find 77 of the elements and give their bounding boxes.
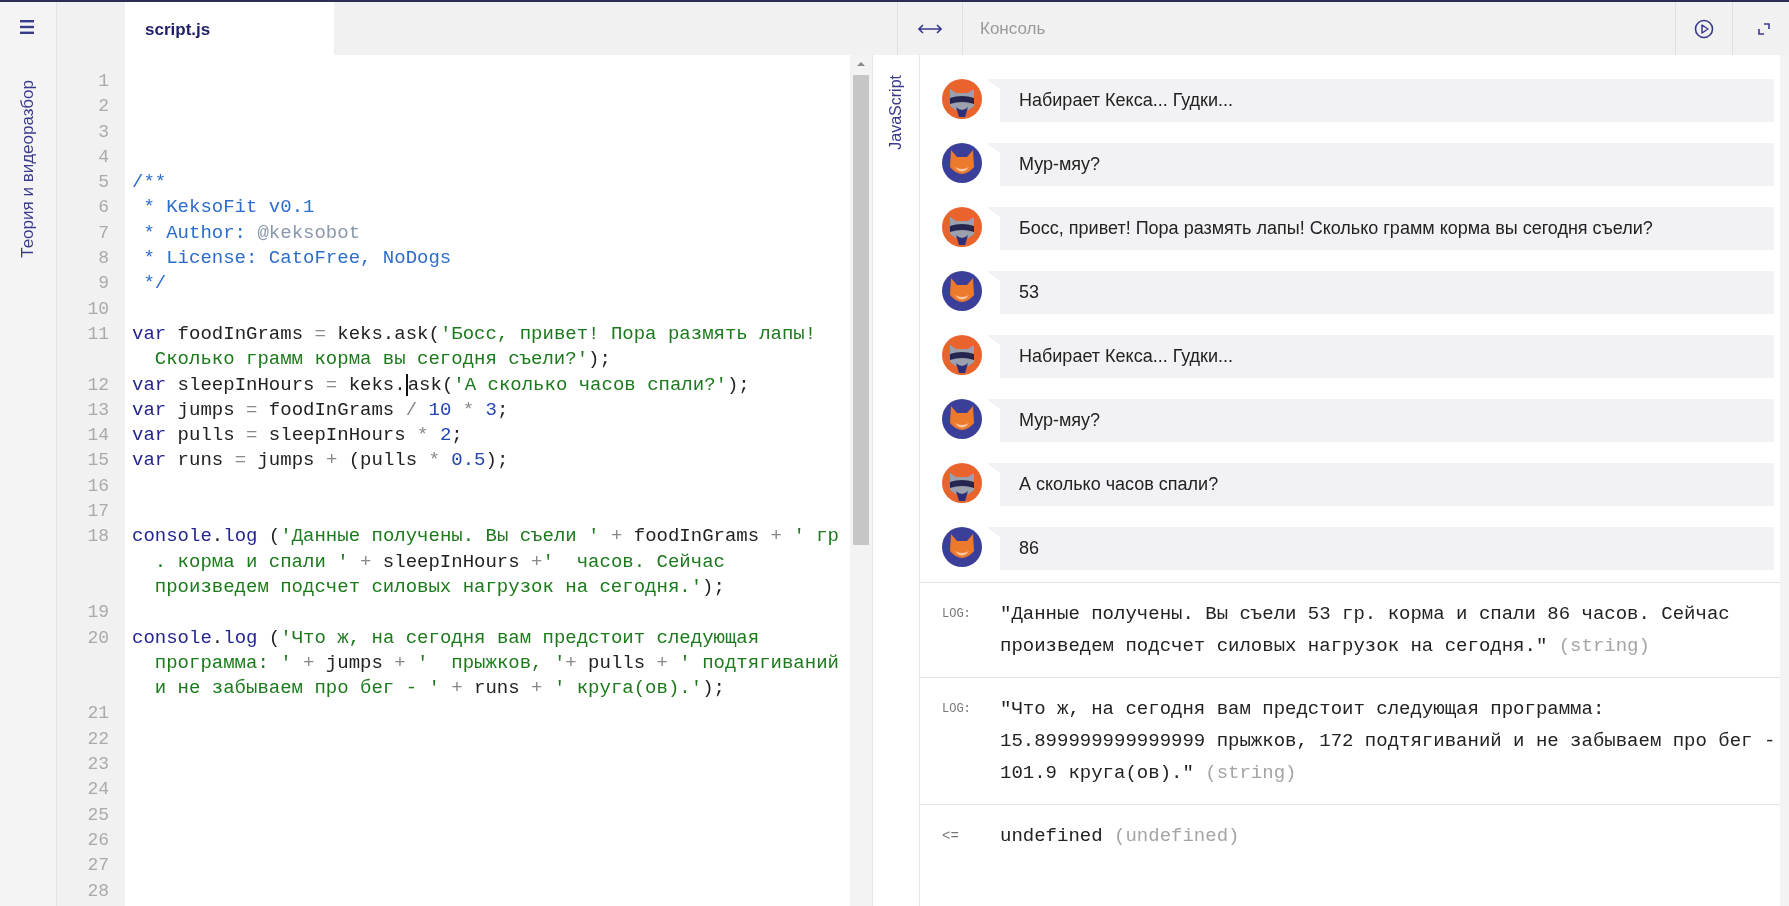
chat-message: А сколько часов спали? (986, 463, 1774, 506)
code-line: . корма и спали ' + sleepInHours +' часов. Сейчас (153, 549, 725, 575)
line-number: 9 (97, 272, 110, 296)
chat-message: Мур-мяу? (986, 143, 1774, 186)
cat-icon (942, 143, 982, 183)
line-number: 13 (86, 398, 110, 422)
line-number: 3 (97, 120, 110, 144)
cat-icon (942, 271, 982, 311)
file-tab[interactable]: script.js (125, 2, 334, 55)
code-line: console.log ('Что ж, на сегодня вам предстоит следующая (132, 625, 760, 651)
code-line: console.log ('Данные получены. Вы съели ' + foodInGrams + ' гр (132, 524, 839, 550)
code-line: * License: CatoFree, NoDogs (142, 246, 452, 272)
chat-message: Мур-мяу? (986, 399, 1774, 442)
chat-message: 53 (986, 271, 1774, 314)
line-number: 2 (97, 95, 110, 119)
code-line: var runs = jumps + (pulls * 0.5); (132, 448, 509, 474)
log-label: <= (941, 827, 960, 846)
line-number: 15 (86, 449, 110, 473)
play-icon (1694, 18, 1714, 39)
scrollbar-thumb[interactable] (853, 75, 869, 545)
raccoon-icon (942, 463, 982, 503)
raccoon-icon (942, 335, 982, 375)
raccoon-icon (942, 207, 982, 247)
line-number: 16 (86, 474, 110, 498)
line-number: 25 (86, 803, 110, 827)
line-number: 28 (86, 879, 110, 903)
double-arrow-icon (918, 23, 942, 34)
line-number: 8 (97, 247, 110, 271)
log-label: LOG: (941, 606, 972, 623)
code-line: * KeksoFit v0.1 (142, 195, 315, 221)
code-line: var sleepInHours = keks.ask('А сколько часов спали?'); (132, 372, 750, 398)
code-line: * Author: @keksobot (142, 220, 361, 246)
code-line: /** (132, 170, 167, 196)
log-output: undefined (undefined) (1000, 824, 1241, 849)
raccoon-icon (942, 79, 982, 119)
line-number: 20 (86, 626, 110, 650)
cat-icon (942, 527, 982, 567)
log-output: "Что ж, на сегодня вам предстоит следующая программа: 15.899999999999999 прыжков, 172 подтягиваний и не забываем про бег - 101.9 круга(ов)." (string) (1000, 697, 1777, 786)
code-line: произведем подсчет силовых нагрузок на сегодня.'); (153, 574, 725, 600)
language-label: JavaScript (887, 75, 905, 150)
menu-icon[interactable] (19, 19, 37, 35)
line-number: 23 (86, 753, 110, 776)
line-number: 17 (86, 500, 110, 524)
chat-message: Набирает Кекса... Гудки... (986, 79, 1774, 122)
line-number: 26 (86, 828, 110, 852)
chat-message: Босс, привет! Пора размять лапы! Сколько грамм корма вы сегодня съели? (986, 207, 1774, 250)
code-line: программа: ' + jumps + ' прыжков, '+ pulls + ' подтягиваний (153, 650, 839, 676)
code-line: Сколько грамм корма вы сегодня съели?'); (153, 347, 611, 373)
theory-video-link[interactable]: Теория и видеоразбор (18, 80, 38, 258)
line-number: 12 (86, 373, 110, 397)
scroll-up-icon[interactable] (856, 61, 866, 67)
code-line: var jumps = foodInGrams / 10 * 3; (132, 397, 509, 423)
line-number: 18 (86, 525, 110, 549)
line-number: 19 (86, 601, 110, 625)
code-line: var foodInGrams = keks.ask('Босс, привет! Пора размять лапы! (132, 321, 817, 347)
log-output: "Данные получены. Вы съели 53 гр. корма и спали 86 часов. Сейчас произведем подсчет силовых нагрузок на сегодня." (string) (1000, 602, 1731, 659)
line-number: 11 (86, 322, 110, 346)
chat-message: Набирает Кекса... Гудки... (986, 335, 1774, 378)
line-number: 7 (97, 221, 110, 245)
line-number: 10 (86, 297, 110, 321)
chat-message: 86 (986, 527, 1774, 570)
line-number: 21 (86, 702, 110, 726)
line-number: 6 (97, 196, 110, 220)
code-line: */ (142, 271, 167, 297)
code-line: и не забываем про бег - ' + runs + ' круга(ов).'); (153, 676, 725, 702)
line-number: 5 (97, 171, 110, 195)
expand-icon (1757, 22, 1770, 35)
line-number: 22 (86, 727, 110, 751)
console-title: Консоль (979, 17, 1047, 40)
line-number: 24 (86, 778, 110, 802)
line-number: 1 (97, 70, 110, 93)
log-label: LOG: (941, 701, 972, 718)
code-line: var pulls = sleepInHours * 2; (132, 423, 463, 449)
cat-icon (942, 399, 982, 439)
line-number: 14 (86, 424, 110, 448)
line-number: 27 (86, 854, 110, 878)
line-number: 4 (97, 145, 110, 169)
